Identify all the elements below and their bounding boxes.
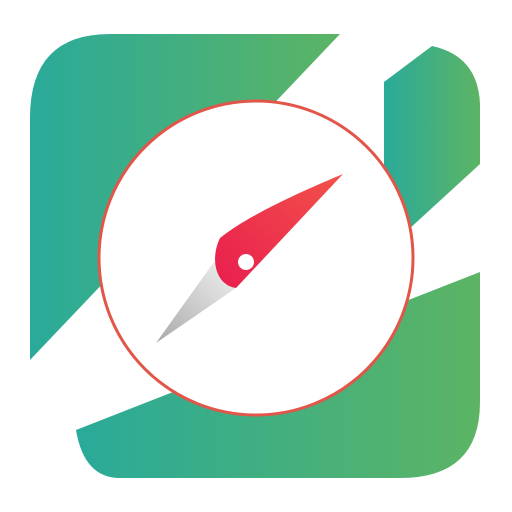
app-icon — [0, 0, 512, 512]
needle-pivot — [238, 254, 254, 270]
compass-app-icon-graphic — [30, 34, 480, 478]
